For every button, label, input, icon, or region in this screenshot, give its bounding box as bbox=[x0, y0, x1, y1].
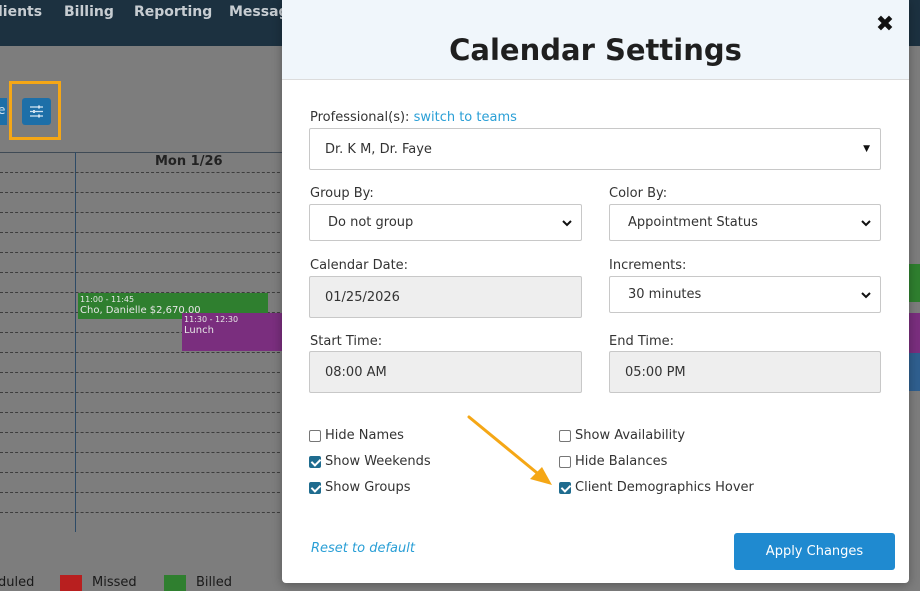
color-by-select[interactable]: Appointment Status bbox=[609, 204, 881, 241]
hide-balances-checkbox[interactable]: Hide Balances bbox=[559, 454, 667, 469]
checkbox-box[interactable] bbox=[559, 481, 571, 494]
appointment-title: Lunch bbox=[184, 325, 214, 336]
grid-line bbox=[0, 392, 290, 393]
grid-line bbox=[0, 472, 290, 473]
professionals-label-row: Professional(s): switch to teams bbox=[310, 110, 517, 125]
start-time-input[interactable]: 08:00 AM bbox=[309, 351, 582, 393]
grid-line bbox=[0, 492, 290, 493]
caret-down-icon: ▼ bbox=[863, 144, 870, 154]
show-groups-checkbox[interactable]: Show Groups bbox=[309, 480, 411, 495]
checkbox-box[interactable] bbox=[309, 455, 321, 468]
nav-item-clients[interactable]: lients bbox=[0, 4, 42, 20]
show-availability-checkbox[interactable]: Show Availability bbox=[559, 428, 685, 443]
group-by-select[interactable]: Do not group bbox=[309, 204, 582, 241]
appointment-block[interactable]: 11:30 - 12:30 Lunch bbox=[182, 313, 292, 351]
grid-line bbox=[0, 452, 290, 453]
increments-value: 30 minutes bbox=[628, 287, 702, 302]
group-by-value: Do not group bbox=[328, 215, 414, 230]
switch-to-teams-link[interactable]: switch to teams bbox=[414, 110, 517, 125]
end-time-label: End Time: bbox=[609, 334, 675, 349]
calendar-settings-button[interactable] bbox=[22, 98, 51, 125]
grid-line bbox=[0, 172, 290, 173]
grid-line bbox=[0, 512, 290, 513]
legend-label-scheduled: duled bbox=[0, 575, 35, 590]
checkbox-box[interactable] bbox=[559, 455, 571, 468]
apply-changes-button[interactable]: Apply Changes bbox=[734, 533, 895, 570]
professionals-label: Professional(s): bbox=[310, 110, 410, 125]
checkbox-label: Hide Balances bbox=[575, 454, 668, 469]
checkbox-box[interactable] bbox=[309, 429, 321, 442]
color-by-label: Color By: bbox=[609, 186, 668, 201]
checkbox-box[interactable] bbox=[309, 481, 321, 494]
end-time-value: 05:00 PM bbox=[625, 364, 686, 380]
client-demographics-hover-checkbox[interactable]: Client Demographics Hover bbox=[559, 480, 754, 495]
start-time-label: Start Time: bbox=[310, 334, 383, 349]
apply-changes-label: Apply Changes bbox=[765, 544, 864, 559]
calendar-settings-modal: Calendar Settings ✖ Professional(s): swi… bbox=[282, 0, 909, 583]
close-icon: ✖ bbox=[875, 12, 895, 37]
appointment-time: 11:30 - 12:30 bbox=[184, 315, 239, 324]
calendar-date-label: Calendar Date: bbox=[310, 258, 409, 273]
sliders-icon bbox=[30, 105, 43, 118]
legend-label-billed: Billed bbox=[196, 575, 233, 590]
grid-line bbox=[0, 432, 290, 433]
legend-swatch-billed bbox=[164, 575, 186, 591]
show-weekends-checkbox[interactable]: Show Weekends bbox=[309, 454, 431, 469]
chevron-down-icon bbox=[562, 219, 572, 226]
modal-title: Calendar Settings bbox=[449, 33, 742, 67]
checkbox-box[interactable] bbox=[559, 429, 571, 442]
legend-swatch-missed bbox=[60, 575, 82, 591]
color-by-value: Appointment Status bbox=[628, 215, 758, 230]
grid-line bbox=[0, 412, 290, 413]
professionals-select[interactable]: Dr. K M, Dr. Faye ▼ bbox=[309, 128, 881, 170]
increments-select[interactable]: 30 minutes bbox=[609, 276, 881, 313]
chevron-down-icon bbox=[861, 219, 871, 226]
hide-names-checkbox[interactable]: Hide Names bbox=[309, 428, 404, 443]
checkbox-label: Show Availability bbox=[575, 428, 686, 443]
day-header: Mon 1/26 bbox=[155, 154, 223, 169]
grid-line bbox=[0, 372, 290, 373]
grid-line bbox=[0, 232, 290, 233]
appointment-block[interactable] bbox=[908, 313, 920, 353]
nav-item-messages[interactable]: Messag bbox=[229, 4, 289, 20]
legend-label-missed: Missed bbox=[92, 575, 137, 590]
checkbox-label: Show Groups bbox=[325, 480, 411, 495]
calendar-date-value: 01/25/2026 bbox=[325, 289, 400, 305]
chevron-down-icon bbox=[861, 291, 871, 298]
calendar-date-input[interactable]: 01/25/2026 bbox=[309, 276, 582, 318]
appointment-block[interactable] bbox=[908, 264, 920, 302]
grid-line bbox=[0, 212, 290, 213]
reset-to-default-link[interactable]: Reset to default bbox=[311, 541, 415, 556]
close-button[interactable]: ✖ bbox=[874, 13, 896, 37]
start-time-value: 08:00 AM bbox=[325, 364, 387, 380]
grid-divider bbox=[75, 152, 76, 532]
appointment-block[interactable] bbox=[908, 353, 920, 391]
increments-label: Increments: bbox=[609, 258, 687, 273]
nav-item-billing[interactable]: Billing bbox=[64, 4, 114, 20]
professionals-value: Dr. K M, Dr. Faye bbox=[325, 141, 432, 157]
checkbox-label: Hide Names bbox=[325, 428, 404, 443]
grid-line bbox=[0, 272, 290, 273]
nav-item-reporting[interactable]: Reporting bbox=[134, 4, 212, 20]
end-time-input[interactable]: 05:00 PM bbox=[609, 351, 881, 393]
appointment-time: 11:00 - 11:45 bbox=[80, 295, 135, 304]
grid-line bbox=[0, 252, 290, 253]
modal-header: Calendar Settings ✖ bbox=[282, 0, 909, 80]
view-toggle-label: e bbox=[0, 103, 6, 117]
annotation-arrow-icon bbox=[467, 415, 552, 485]
grid-line bbox=[0, 352, 290, 353]
checkbox-label: Client Demographics Hover bbox=[575, 480, 754, 495]
grid-line bbox=[0, 192, 290, 193]
group-by-label: Group By: bbox=[310, 186, 374, 201]
view-toggle-button[interactable]: e bbox=[0, 98, 7, 125]
checkbox-label: Show Weekends bbox=[325, 454, 431, 469]
